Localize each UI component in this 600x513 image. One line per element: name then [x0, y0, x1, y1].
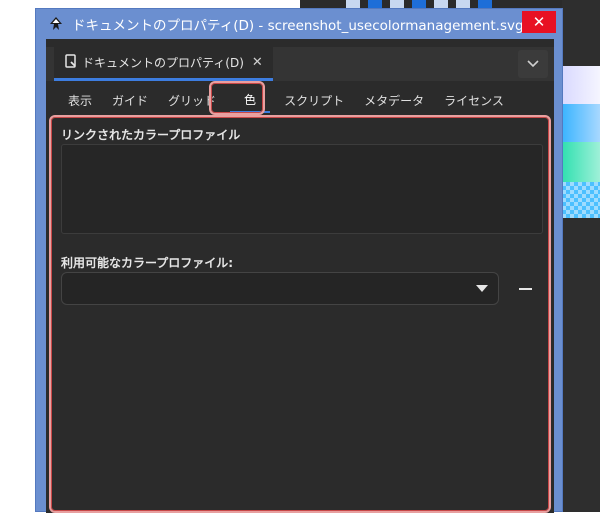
gradient-swatch[interactable] — [562, 66, 600, 104]
active-tab-highlight — [209, 81, 265, 115]
notebook-tabs: 表示 ガイド グリッド 色 スクリプト メタデータ ライセンス — [46, 87, 554, 113]
chevron-down-icon — [527, 60, 539, 68]
remove-profile-button[interactable] — [513, 277, 537, 301]
gradient-swatch[interactable] — [562, 104, 600, 142]
linked-profiles-label: リンクされたカラープロファイル — [61, 128, 241, 142]
color-tab-pane: リンクされたカラープロファイル 利用可能なカラープロファイル: — [49, 115, 551, 513]
minus-icon — [518, 288, 532, 290]
inkscape-icon — [46, 14, 66, 34]
available-profiles-combo[interactable] — [61, 272, 499, 305]
available-profiles-label: 利用可能なカラープロファイル: — [61, 256, 234, 270]
dock-header: ドキュメントのプロパティ(D) ✕ — [46, 47, 554, 81]
tab-metadata[interactable]: メタデータ — [354, 92, 434, 113]
dock-tab-document-properties[interactable]: ドキュメントのプロパティ(D) ✕ — [54, 47, 273, 81]
tab-license[interactable]: ライセンス — [434, 92, 514, 113]
dropdown-arrow-icon — [476, 285, 488, 292]
title-bar[interactable]: ドキュメントのプロパティ(D) - screenshot_usecolorman… — [36, 9, 562, 39]
close-button[interactable]: ✕ — [522, 11, 556, 33]
tab-guides[interactable]: ガイド — [102, 92, 158, 113]
linked-profiles-list[interactable] — [61, 144, 543, 234]
dialog-client: ドキュメントのプロパティ(D) ✕ 表示 ガイド グリッド 色 スクリプト メタ… — [46, 39, 554, 513]
tab-display[interactable]: 表示 — [58, 92, 102, 113]
pattern-swatch[interactable] — [562, 182, 600, 218]
document-properties-window: ドキュメントのプロパティ(D) - screenshot_usecolorman… — [35, 8, 563, 513]
window-title: ドキュメントのプロパティ(D) - screenshot_usecolorman… — [72, 18, 524, 34]
dock-tab-close-icon[interactable]: ✕ — [252, 55, 263, 70]
dock-tab-label: ドキュメントのプロパティ(D) — [82, 56, 244, 70]
gradient-swatch[interactable] — [562, 142, 600, 182]
document-properties-icon — [64, 53, 78, 72]
tab-scripting[interactable]: スクリプト — [274, 92, 354, 113]
dock-menu-button[interactable] — [518, 50, 548, 78]
